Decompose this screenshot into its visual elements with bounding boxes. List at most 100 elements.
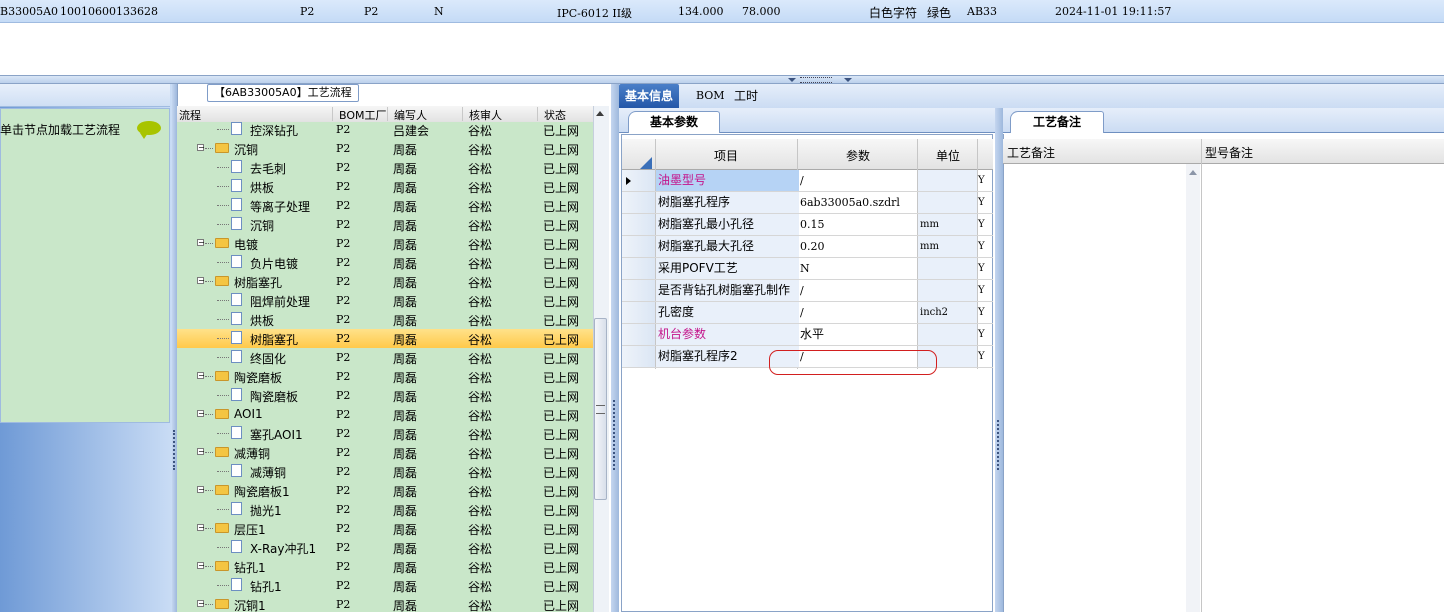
row-header-cell[interactable] xyxy=(622,302,655,323)
col-header-writer[interactable]: 编写人 xyxy=(387,107,427,122)
folder-icon xyxy=(215,371,229,381)
row-header-cell[interactable] xyxy=(622,346,655,367)
param-item: 机台参数 xyxy=(656,324,799,345)
tree-row[interactable]: 减薄铜 P2 周磊 谷松 已上网 xyxy=(177,462,593,481)
expand-toggle-icon[interactable]: − xyxy=(197,277,205,285)
tree-row[interactable]: − 钻孔1 P2 周磊 谷松 已上网 xyxy=(177,557,593,576)
scroll-up-icon[interactable] xyxy=(1189,170,1197,175)
param-value[interactable]: / xyxy=(798,302,919,323)
row-header-cell[interactable] xyxy=(622,280,655,301)
notes-col-model[interactable]: 型号备注 xyxy=(1205,144,1253,161)
param-value[interactable]: / xyxy=(798,280,919,301)
tree-row[interactable]: 等离子处理 P2 周磊 谷松 已上网 xyxy=(177,196,593,215)
tab-work-hours[interactable]: 工时 xyxy=(728,84,764,108)
tree-row[interactable]: 去毛刺 P2 周磊 谷松 已上网 xyxy=(177,158,593,177)
tree-row[interactable]: − AOI1 P2 周磊 谷松 已上网 xyxy=(177,405,593,424)
tree-row[interactable]: 抛光1 P2 周磊 谷松 已上网 xyxy=(177,500,593,519)
expand-toggle-icon[interactable]: − xyxy=(197,239,205,247)
collapse-up-icon[interactable] xyxy=(844,78,852,82)
param-value[interactable]: N xyxy=(798,258,919,279)
tree-connector xyxy=(205,528,213,529)
tab-basic-params[interactable]: 基本参数 xyxy=(628,111,720,133)
right-splitter[interactable] xyxy=(995,108,1003,612)
tree-row[interactable]: − 沉铜 P2 周磊 谷松 已上网 xyxy=(177,139,593,158)
expand-toggle-icon[interactable]: − xyxy=(197,144,205,152)
row-header-cell[interactable] xyxy=(622,192,655,213)
col-header-bom-factory[interactable]: BOM工厂 xyxy=(332,107,387,122)
row-factory: P2 xyxy=(336,541,351,554)
tree-row[interactable]: 沉铜 P2 周磊 谷松 已上网 xyxy=(177,215,593,234)
horizontal-splitter[interactable] xyxy=(0,76,1444,84)
notes-col-process[interactable]: 工艺备注 xyxy=(1007,144,1055,161)
tree-row[interactable]: − 陶瓷磨板 P2 周磊 谷松 已上网 xyxy=(177,367,593,386)
param-value[interactable]: 6ab33005a0.szdrl xyxy=(798,192,919,213)
expand-toggle-icon[interactable]: − xyxy=(197,410,205,418)
select-all-corner-icon[interactable] xyxy=(640,157,652,169)
param-value[interactable]: 0.15 xyxy=(798,214,919,235)
tab-bom[interactable]: BOM xyxy=(690,84,731,108)
param-value[interactable]: 0.20 xyxy=(798,236,919,257)
middle-splitter[interactable] xyxy=(611,84,619,612)
col-header-flow[interactable]: 流程 xyxy=(177,107,201,122)
tree-row[interactable]: − 电镀 P2 周磊 谷松 已上网 xyxy=(177,234,593,253)
scroll-up-icon[interactable] xyxy=(596,111,604,116)
notes-scrollbar[interactable] xyxy=(1186,164,1200,612)
row-header-cell[interactable] xyxy=(622,324,655,345)
col-header-status[interactable]: 状态 xyxy=(537,107,566,122)
param-row[interactable]: 孔密度 / inch2 Y xyxy=(622,302,993,324)
param-row[interactable]: 树脂塞孔最大孔径 0.20 mm Y xyxy=(622,236,993,258)
row-factory: P2 xyxy=(336,522,351,535)
param-row[interactable]: 是否背钻孔树脂塞孔制作 / Y xyxy=(622,280,993,302)
tree-row[interactable]: 陶瓷磨板 P2 周磊 谷松 已上网 xyxy=(177,386,593,405)
tab-basic-info[interactable]: 基本信息 xyxy=(619,84,680,108)
tree-row[interactable]: − 沉铜1 P2 周磊 谷松 已上网 xyxy=(177,595,593,612)
tree-row[interactable]: 树脂塞孔 P2 周磊 谷松 已上网 xyxy=(177,329,593,348)
param-row[interactable]: 采用POFV工艺 N Y xyxy=(622,258,993,280)
params-col-value[interactable]: 参数 xyxy=(846,147,870,164)
tree-row[interactable]: 控深钻孔 P2 吕建会 谷松 已上网 xyxy=(177,122,593,139)
tree-node-label: AOI1 xyxy=(234,407,263,421)
col-header-reviewer[interactable]: 核审人 xyxy=(462,107,502,122)
summary-row[interactable]: B33005A0 10010600133628 P2 P2 N IPC-6012… xyxy=(0,0,1444,23)
param-row[interactable]: 树脂塞孔程序 6ab33005a0.szdrl Y xyxy=(622,192,993,214)
collapse-up-icon[interactable] xyxy=(788,78,796,82)
expand-toggle-icon[interactable]: − xyxy=(197,562,205,570)
params-col-unit[interactable]: 单位 xyxy=(936,147,960,164)
summary-spec: IPC-6012 II级 xyxy=(557,7,633,20)
expand-toggle-icon[interactable]: − xyxy=(197,524,205,532)
tree-row[interactable]: 塞孔AOI1 P2 周磊 谷松 已上网 xyxy=(177,424,593,443)
expand-toggle-icon[interactable]: − xyxy=(197,600,205,608)
tree-row[interactable]: 终固化 P2 周磊 谷松 已上网 xyxy=(177,348,593,367)
right-splitter-grip[interactable] xyxy=(997,420,1001,470)
row-factory: P2 xyxy=(336,313,351,326)
row-reviewer: 谷松 xyxy=(468,333,493,347)
expand-toggle-icon[interactable]: − xyxy=(197,372,205,380)
middle-splitter-grip[interactable] xyxy=(613,400,617,470)
tree-row[interactable]: − 树脂塞孔 P2 周磊 谷松 已上网 xyxy=(177,272,593,291)
tree-row[interactable]: 烘板 P2 周磊 谷松 已上网 xyxy=(177,310,593,329)
tree-header: 流程 BOM工厂 编写人 核审人 状态 xyxy=(177,106,593,123)
tree-row[interactable]: 阻焊前处理 P2 周磊 谷松 已上网 xyxy=(177,291,593,310)
tree-row[interactable]: 烘板 P2 周磊 谷松 已上网 xyxy=(177,177,593,196)
splitter-grip[interactable] xyxy=(800,77,832,83)
param-row[interactable]: 油墨型号 / Y xyxy=(622,170,993,192)
tree-row[interactable]: X-Ray冲孔1 P2 周磊 谷松 已上网 xyxy=(177,538,593,557)
tree-row[interactable]: 钻孔1 P2 周磊 谷松 已上网 xyxy=(177,576,593,595)
row-header-cell[interactable] xyxy=(622,258,655,279)
tree-row[interactable]: − 减薄铜 P2 周磊 谷松 已上网 xyxy=(177,443,593,462)
param-value[interactable]: / xyxy=(798,170,919,191)
tab-process-notes[interactable]: 工艺备注 xyxy=(1010,111,1104,133)
expand-toggle-icon[interactable]: − xyxy=(197,486,205,494)
tree-node-label: 去毛刺 xyxy=(250,162,287,176)
tree-row[interactable]: − 陶瓷磨板1 P2 周磊 谷松 已上网 xyxy=(177,481,593,500)
row-status: 已上网 xyxy=(543,143,580,157)
params-col-item[interactable]: 项目 xyxy=(714,147,738,164)
param-row[interactable]: 机台参数 水平 Y xyxy=(622,324,993,346)
row-header-cell[interactable] xyxy=(622,214,655,235)
tree-row[interactable]: − 层压1 P2 周磊 谷松 已上网 xyxy=(177,519,593,538)
param-value[interactable]: 水平 xyxy=(798,324,919,345)
expand-toggle-icon[interactable]: − xyxy=(197,448,205,456)
param-row[interactable]: 树脂塞孔最小孔径 0.15 mm Y xyxy=(622,214,993,236)
tree-row[interactable]: 负片电镀 P2 周磊 谷松 已上网 xyxy=(177,253,593,272)
row-header-cell[interactable] xyxy=(622,236,655,257)
